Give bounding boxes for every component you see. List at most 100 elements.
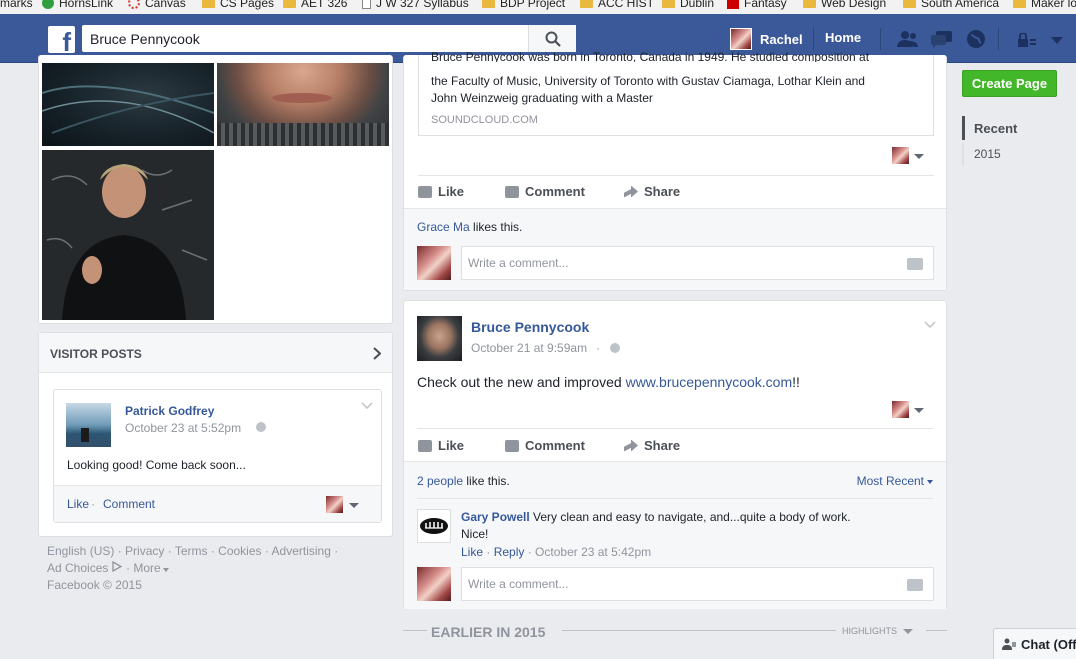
highlights-filter[interactable]: HIGHLIGHTS: [842, 626, 913, 636]
footer-link-advertising[interactable]: Advertising: [272, 544, 331, 558]
comment-sort[interactable]: Most Recent: [857, 474, 933, 488]
separator: ·: [483, 545, 494, 559]
active-indicator: [962, 116, 965, 140]
friend-requests-icon[interactable]: [896, 30, 920, 48]
search-button[interactable]: [528, 25, 576, 52]
photo-thumbnail[interactable]: [42, 150, 214, 320]
comment-like-link[interactable]: Like: [461, 545, 483, 559]
post-options-chevron-down-icon[interactable]: [924, 321, 936, 328]
link-preview[interactable]: Bruce Pennycook was born in Toronto, Can…: [418, 50, 934, 136]
like-button[interactable]: Like: [418, 438, 464, 453]
folder-icon: [202, 0, 215, 8]
globe-icon: [256, 422, 266, 432]
footer-link-terms[interactable]: Terms: [175, 544, 208, 558]
text: like this.: [463, 474, 510, 488]
footer-links: English (US) · Privacy · Terms · Cookies…: [47, 543, 387, 594]
avatar[interactable]: [417, 509, 451, 543]
bookmark-fantasy[interactable]: Fantasy: [727, 0, 787, 10]
privacy-lock-icon[interactable]: [1017, 33, 1037, 47]
post-author[interactable]: Bruce Pennycook: [471, 319, 589, 335]
notifications-globe-icon[interactable]: [966, 29, 986, 49]
bookmark-hornslink[interactable]: HornsLink: [42, 0, 113, 10]
bookmark-aet-326[interactable]: AET 326: [283, 0, 347, 10]
comment-button[interactable]: Comment: [505, 438, 585, 453]
bookmark-marks[interactable]: marks: [0, 0, 33, 10]
text: John Weinzweig graduating with a Master: [431, 91, 653, 105]
comment-input[interactable]: Write a comment...: [461, 567, 934, 601]
avatar[interactable]: [66, 403, 111, 447]
liker-link[interactable]: Grace Ma: [417, 220, 470, 234]
text: Bruce Pennycook was born in Toronto, Can…: [431, 50, 870, 62]
profile-link[interactable]: Rachel: [730, 28, 803, 50]
comment-reply-link[interactable]: Reply: [494, 545, 525, 559]
messages-icon[interactable]: [930, 30, 954, 48]
comment-timestamp[interactable]: October 23 at 5:42pm: [535, 545, 651, 559]
like-button[interactable]: Like: [418, 184, 464, 199]
camera-icon[interactable]: [907, 579, 923, 591]
photo-thumbnail[interactable]: [217, 63, 389, 146]
bookmark-dublin[interactable]: Dublin: [662, 0, 714, 10]
section-title: VISITOR POSTS: [50, 347, 142, 361]
share-button[interactable]: Share: [624, 184, 680, 199]
bookmark-canvas[interactable]: Canvas: [128, 0, 186, 10]
likes-summary: 2 people like this.: [417, 474, 510, 488]
post-timestamp[interactable]: October 21 at 9:59am: [471, 341, 587, 355]
text: the Faculty of Music, University of Toro…: [431, 74, 865, 88]
photo-thumbnail[interactable]: [42, 63, 214, 146]
footer-link-ad-choices[interactable]: Ad Choices: [47, 561, 108, 575]
post-options-chevron-down-icon[interactable]: [361, 402, 373, 409]
folder-icon: [482, 0, 495, 8]
post-link[interactable]: www.brucepennycook.com: [626, 374, 793, 390]
audience-chevron-down-icon[interactable]: [914, 408, 924, 413]
separator: ·: [524, 545, 536, 559]
footer-link-more[interactable]: More: [133, 561, 160, 575]
canvas-icon: [128, 0, 140, 9]
likers-link[interactable]: 2 people: [417, 474, 463, 488]
footer-link-privacy[interactable]: Privacy: [125, 544, 164, 558]
comment-button[interactable]: Comment: [505, 184, 585, 199]
avatar[interactable]: [417, 316, 462, 361]
bookmark-maker[interactable]: Maker lo: [1013, 0, 1076, 10]
bookmark-jw-327[interactable]: J W 327 Syllabus: [362, 0, 469, 10]
bookmark-acc-hist[interactable]: ACC HIST: [580, 0, 654, 10]
facebook-logo-icon[interactable]: f: [48, 26, 75, 53]
comment-link[interactable]: Comment: [103, 497, 155, 511]
home-link[interactable]: Home: [825, 30, 861, 45]
share-arrow-icon: [624, 439, 638, 452]
likes-summary: Grace Ma likes this.: [417, 220, 522, 234]
photo-detail: [272, 93, 332, 103]
create-page-button[interactable]: Create Page: [962, 70, 1057, 97]
folder-icon: [803, 0, 816, 8]
bookmark-cs-pages[interactable]: CS Pages: [202, 0, 274, 10]
footer-link-cookies[interactable]: Cookies: [218, 544, 261, 558]
divider: [813, 28, 814, 50]
bookmark-bdp-project[interactable]: BDP Project: [482, 0, 565, 10]
commenter-name[interactable]: Gary Powell: [461, 510, 530, 524]
like-link[interactable]: Like: [67, 497, 89, 511]
bookmark-south-america[interactable]: South America: [903, 0, 999, 10]
account-menu-chevron-down-icon[interactable]: [1051, 37, 1063, 44]
divider: [926, 630, 947, 631]
bookmark-web-design[interactable]: Web Design: [803, 0, 886, 10]
timeline-nav-recent[interactable]: Recent: [974, 121, 1017, 136]
search-input[interactable]: [82, 25, 528, 52]
timeline-nav-2015[interactable]: 2015: [974, 147, 1001, 161]
link-preview-description: the Faculty of Music, University of Toro…: [431, 73, 865, 107]
comment-input[interactable]: Write a comment...: [461, 246, 934, 280]
separator: ·: [596, 341, 600, 355]
visitor-posts-header[interactable]: VISITOR POSTS: [39, 333, 392, 373]
audience-chevron-down-icon[interactable]: [914, 154, 924, 159]
placeholder: Write a comment...: [468, 256, 569, 270]
thumbs-up-icon: [418, 185, 432, 198]
chat-sidebar-toggle[interactable]: Chat (Off: [993, 628, 1076, 659]
ad-choices-icon: [112, 560, 123, 573]
post-author[interactable]: Patrick Godfrey: [125, 404, 214, 418]
post-timestamp[interactable]: October 23 at 5:52pm: [125, 421, 241, 435]
share-button[interactable]: Share: [624, 438, 680, 453]
folder-icon: [283, 0, 296, 8]
photo-detail: [81, 428, 89, 442]
avatar: [326, 496, 343, 513]
footer-link-language[interactable]: English (US): [47, 544, 114, 558]
camera-icon[interactable]: [907, 258, 923, 270]
audience-chevron-down-icon[interactable]: [349, 503, 359, 508]
